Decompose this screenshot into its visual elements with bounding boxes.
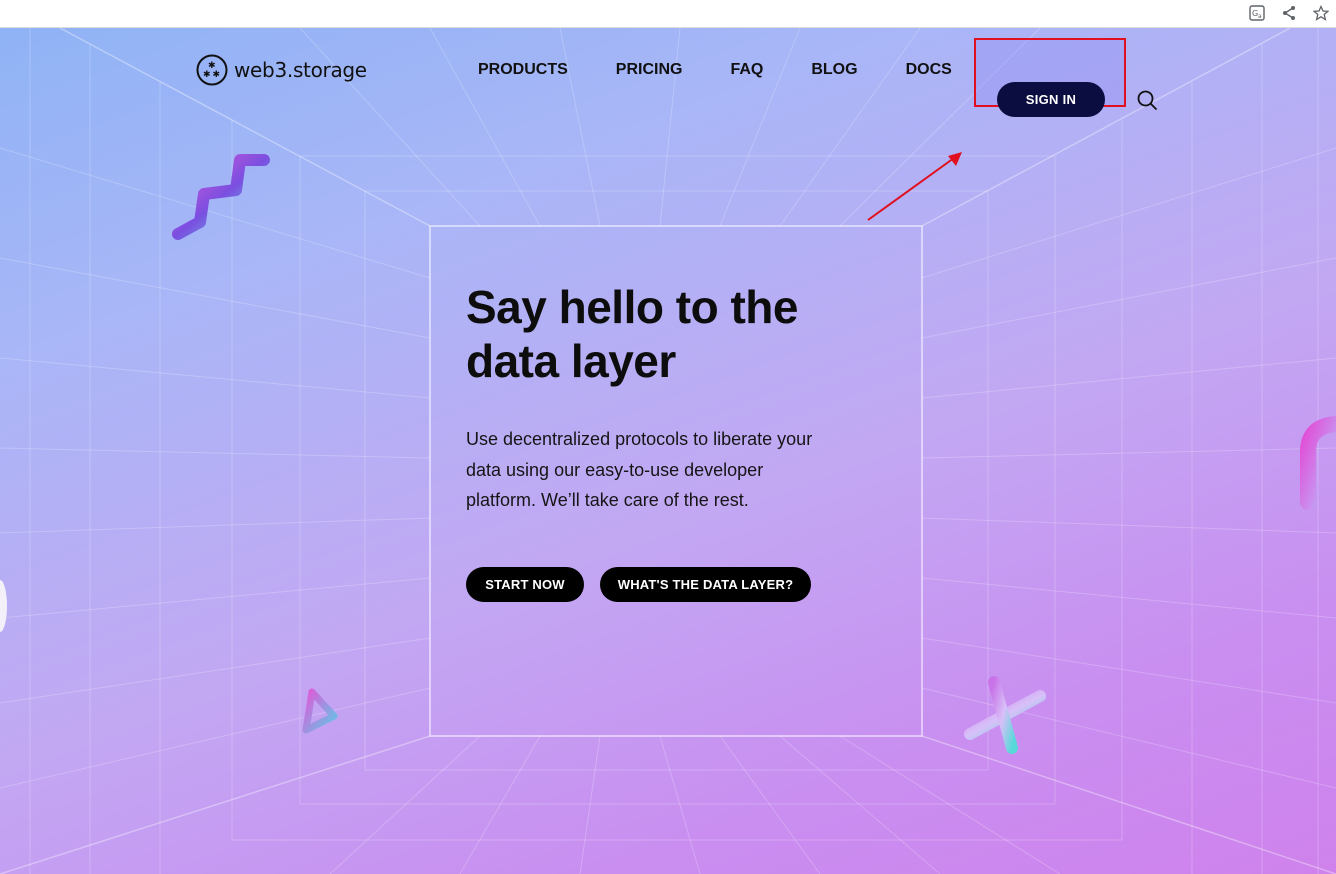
svg-text:a: a <box>1258 13 1262 20</box>
browser-toolbar: Ga <box>0 0 1336 28</box>
annotation-arrow-icon <box>867 152 962 221</box>
web3-storage-logo-icon: ✱ ✱ ✱ <box>196 54 228 86</box>
hero-title: Say hello to the data layer <box>466 281 798 387</box>
sign-in-button[interactable]: SIGN IN <box>997 82 1105 117</box>
nav-faq[interactable]: FAQ <box>730 61 763 79</box>
bookmark-star-icon[interactable] <box>1312 4 1330 22</box>
nav-docs[interactable]: DOCS <box>906 61 952 79</box>
svg-text:✱: ✱ <box>213 70 221 80</box>
whats-the-data-layer-button[interactable]: WHAT'S THE DATA LAYER? <box>600 567 811 602</box>
arch-shape-icon <box>1300 416 1336 510</box>
hero-description: Use decentralized protocols to liberate … <box>466 429 813 510</box>
cross-shape-icon <box>964 676 1046 754</box>
nav-products[interactable]: PRODUCTS <box>478 61 568 79</box>
logo-text: web3.storage <box>234 58 367 82</box>
site-logo[interactable]: ✱ ✱ ✱ web3.storage <box>196 54 367 86</box>
translate-icon[interactable]: Ga <box>1248 4 1266 22</box>
share-icon[interactable] <box>1280 4 1298 22</box>
nav-pricing[interactable]: PRICING <box>616 61 683 79</box>
nav-blog[interactable]: BLOG <box>811 61 857 79</box>
main-nav: PRODUCTS PRICING FAQ BLOG DOCS <box>478 61 952 79</box>
svg-text:✱: ✱ <box>203 70 211 80</box>
search-icon[interactable] <box>1135 88 1159 112</box>
partial-shape-icon <box>0 580 7 632</box>
browser-toolbar-icons: Ga <box>1248 4 1330 22</box>
start-now-button[interactable]: START NOW <box>466 567 584 602</box>
triangle-shape-icon <box>302 688 338 734</box>
hero-buttons: START NOW WHAT'S THE DATA LAYER? <box>466 567 811 602</box>
zigzag-shape-icon <box>172 154 270 240</box>
